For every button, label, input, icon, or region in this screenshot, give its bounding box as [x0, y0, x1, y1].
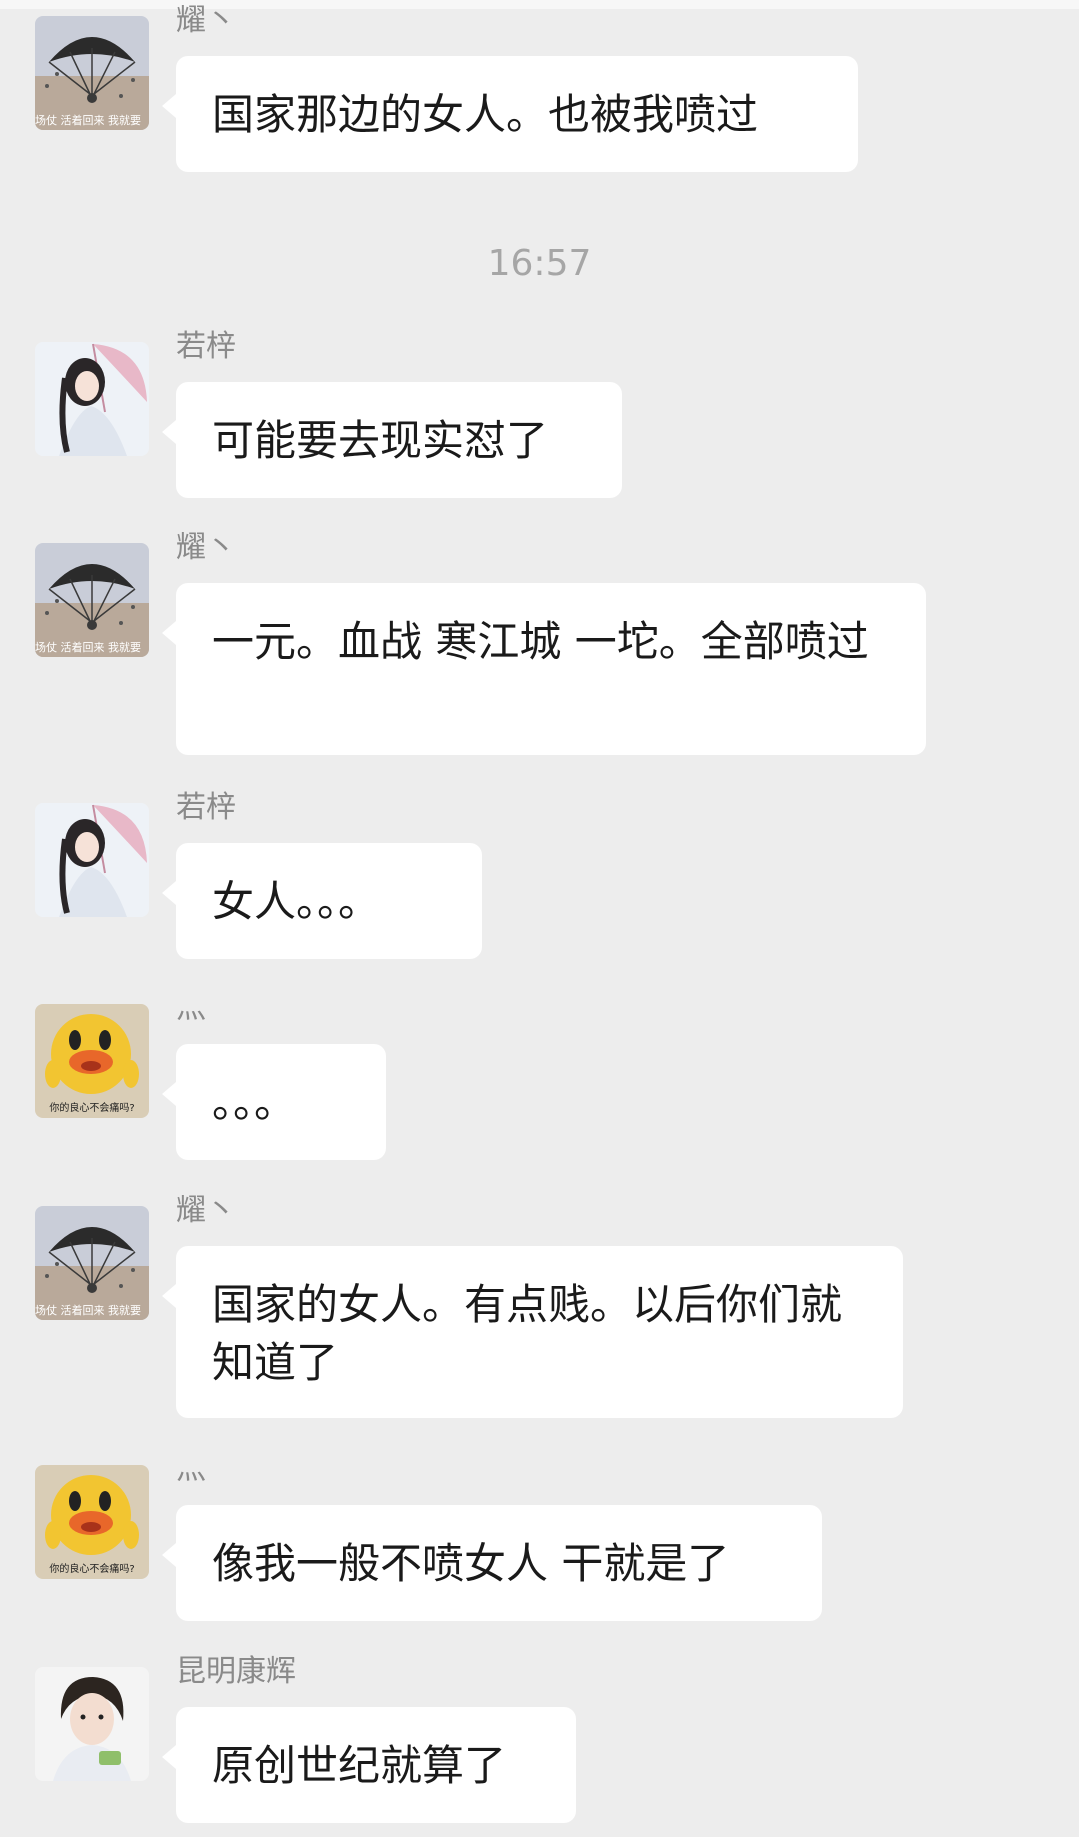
message-bubble[interactable]: 女人。。。	[162, 843, 482, 959]
top-divider	[0, 0, 1079, 9]
parachute-avatar-icon[interactable]: 场仗 活着回来 我就要	[35, 1206, 149, 1320]
umbrella-girl-avatar-icon[interactable]	[35, 342, 149, 456]
parachute-avatar-icon[interactable]: 场仗 活着回来 我就要	[35, 16, 149, 130]
message-bubble[interactable]: 可能要去现实怼了	[162, 382, 622, 498]
umbrella-girl-avatar-icon[interactable]	[35, 803, 149, 917]
avatar-caption: 场仗 活着回来 我就要	[35, 641, 141, 654]
sender-name: 若梓	[176, 329, 236, 364]
message-bubble[interactable]: 。。。	[162, 1044, 386, 1160]
message-bubble[interactable]: 国家那边的女人。也被我喷过	[162, 56, 858, 172]
avatar-caption: 你的良心不会痛吗?	[49, 1103, 135, 1114]
avatar-caption: 你的良心不会痛吗?	[49, 1564, 135, 1575]
sender-name: 昆明康辉	[176, 1654, 296, 1689]
sender-name: 若梓	[176, 790, 236, 825]
sender-name: 耀丶	[176, 530, 236, 565]
avatar-caption: 场仗 活着回来 我就要	[35, 1304, 141, 1317]
avatar-caption: 场仗 活着回来 我就要	[35, 114, 141, 127]
yellow-duck-avatar-icon[interactable]: 你的良心不会痛吗?	[35, 1465, 149, 1579]
message-bubble[interactable]: 原创世纪就算了	[162, 1707, 576, 1823]
yellow-duck-avatar-icon[interactable]: 你的良心不会痛吗?	[35, 1004, 149, 1118]
message-bubble[interactable]: 一元。血战 寒江城 一坨。全部喷过	[162, 583, 926, 755]
sender-name: 耀丶	[176, 1193, 236, 1228]
message-bubble[interactable]: 国家的女人。有点贱。以后你们就知道了	[162, 1246, 903, 1418]
message-bubble[interactable]: 像我一般不喷女人 干就是了	[162, 1505, 822, 1621]
boy-avatar-icon[interactable]	[35, 1667, 149, 1781]
sender-name: 耀丶	[176, 3, 236, 38]
parachute-avatar-icon[interactable]: 场仗 活着回来 我就要	[35, 543, 149, 657]
sender-name: 灬	[176, 991, 206, 1026]
timestamp: 16:57	[487, 243, 592, 284]
sender-name: 灬	[176, 1452, 206, 1487]
chat-screen: 场仗 活着回来 我就要 耀丶 国家那边的女人。也被我喷过 16:57 若梓 可能…	[0, 0, 1079, 1837]
